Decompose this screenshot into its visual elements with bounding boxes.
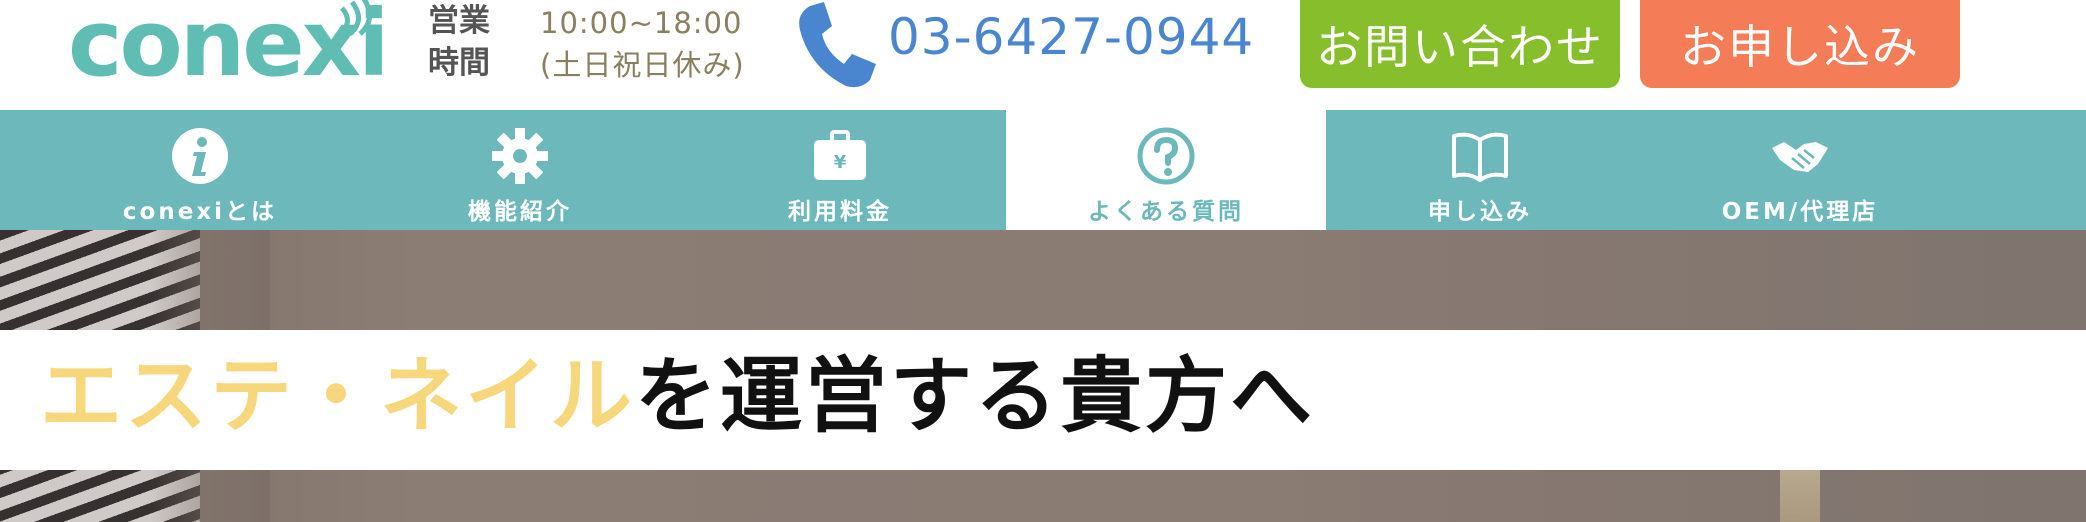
- yen-briefcase-icon: ¥: [814, 130, 866, 180]
- nav-label: 利用料金: [788, 199, 892, 225]
- phone-number-link[interactable]: 03-6427-0944: [888, 8, 1254, 66]
- nav-item-oem-agency[interactable]: OEM/代理店: [1640, 110, 1960, 230]
- nav-item-apply[interactable]: 申し込み: [1320, 110, 1640, 230]
- business-hours-value: 10:00~18:00 (土日祝日休み): [540, 2, 745, 86]
- apply-button[interactable]: お申し込み: [1640, 0, 1960, 88]
- hero-title-highlight: エステ・ネイル: [40, 349, 636, 444]
- main-nav: conexiとは 機能紹介 ¥ 利用料金 よくある質問 申し込み OEM/代理店: [0, 110, 2086, 230]
- handshake-icon: [1772, 142, 1828, 172]
- hero-title: エステ・ネイルを運営する貴方へ: [40, 342, 1315, 452]
- hero-section: エステ・ネイルを運営する貴方へ: [0, 230, 2086, 522]
- hero-title-rest: を運営する貴方へ: [635, 349, 1316, 444]
- info-icon: [172, 128, 228, 184]
- nav-item-faq[interactable]: よくある質問: [1006, 110, 1326, 230]
- contact-button[interactable]: お問い合わせ: [1300, 0, 1620, 88]
- nav-label: 申し込み: [1428, 199, 1532, 225]
- nav-label: OEM/代理店: [1721, 199, 1879, 225]
- site-header: conexi 営業時間 10:00~18:00 (土日祝日休み) 03-6427…: [0, 0, 2086, 110]
- phone-icon: [799, 2, 876, 88]
- nav-item-about[interactable]: conexiとは: [40, 110, 360, 230]
- nav-label: 機能紹介: [468, 199, 572, 225]
- business-hours-label: 営業時間: [428, 3, 490, 81]
- business-hours-time: 10:00~18:00: [540, 6, 743, 40]
- wifi-signal-icon: [338, 0, 372, 36]
- nav-item-features[interactable]: 機能紹介: [360, 110, 680, 230]
- business-hours-note: (土日祝日休み): [540, 48, 745, 82]
- nav-label: よくある質問: [1088, 199, 1244, 225]
- question-icon: [1137, 127, 1195, 185]
- nav-item-pricing[interactable]: ¥ 利用料金: [680, 110, 1000, 230]
- nav-label: conexiとは: [122, 199, 278, 225]
- gear-icon: [492, 128, 548, 184]
- svg-text:¥: ¥: [834, 152, 847, 173]
- book-icon: [1452, 132, 1508, 182]
- conexi-logo[interactable]: conexi: [68, 0, 408, 100]
